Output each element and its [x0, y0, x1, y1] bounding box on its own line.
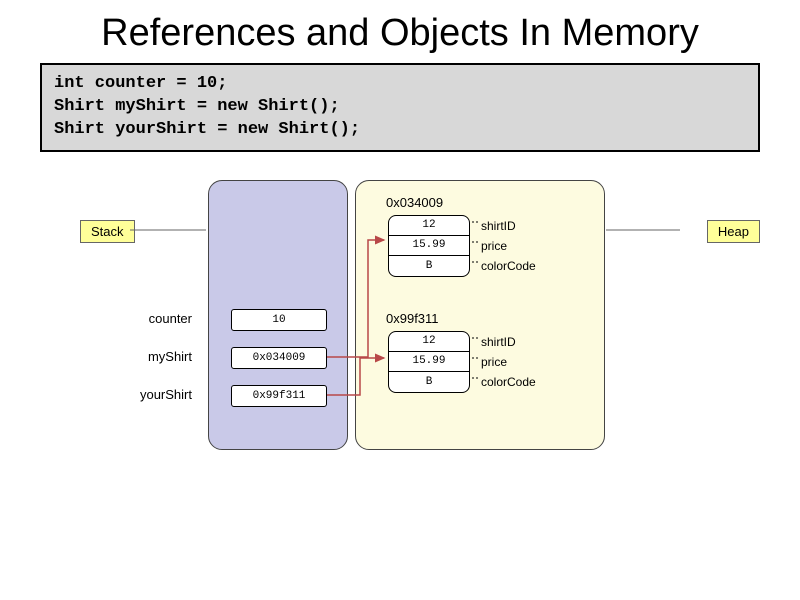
- stack-var-name: yourShirt: [92, 387, 192, 402]
- stack-var-name: myShirt: [92, 349, 192, 364]
- heap-field-value: 15.99: [389, 352, 469, 372]
- stack-var-name: counter: [92, 311, 192, 326]
- heap-field-value: 15.99: [389, 236, 469, 256]
- heap-field-value: B: [389, 372, 469, 392]
- heap-field-value: 12: [389, 332, 469, 352]
- heap-object: 12 15.99 B: [388, 331, 470, 393]
- heap-object-address: 0x99f311: [386, 311, 439, 326]
- heap-field-name: price: [481, 239, 507, 253]
- heap-box: 0x034009 12 15.99 B shirtID price colorC…: [355, 180, 605, 450]
- stack-label: Stack: [80, 220, 135, 243]
- heap-field-name: colorCode: [481, 375, 536, 389]
- heap-field-value: 12: [389, 216, 469, 236]
- page-title: References and Objects In Memory: [0, 0, 800, 63]
- stack-box: 10 0x034009 0x99f311: [208, 180, 348, 450]
- heap-field-name: shirtID: [481, 219, 516, 233]
- heap-label: Heap: [707, 220, 760, 243]
- code-snippet: int counter = 10; Shirt myShirt = new Sh…: [40, 63, 760, 152]
- stack-cell-myshirt: 0x034009: [231, 347, 327, 369]
- heap-object: 12 15.99 B: [388, 215, 470, 277]
- heap-field-name: price: [481, 355, 507, 369]
- heap-field-name: shirtID: [481, 335, 516, 349]
- stack-cell-counter: 10: [231, 309, 327, 331]
- heap-field-value: B: [389, 256, 469, 276]
- memory-diagram: Stack Heap counter myShirt yourShirt 10 …: [40, 180, 760, 500]
- stack-cell-yourshirt: 0x99f311: [231, 385, 327, 407]
- heap-object-address: 0x034009: [386, 195, 443, 210]
- heap-field-name: colorCode: [481, 259, 536, 273]
